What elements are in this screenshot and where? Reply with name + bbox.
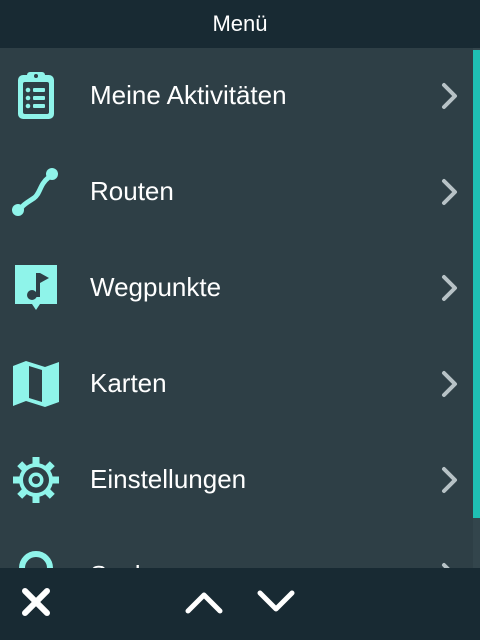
menu-item-label: Suchen <box>90 558 178 568</box>
close-icon <box>21 587 51 622</box>
route-icon <box>10 166 62 218</box>
chevron-up-icon <box>184 589 224 620</box>
header-bar: Menü <box>0 0 480 48</box>
map-icon <box>10 358 62 410</box>
menu-item-label: Einstellungen <box>90 464 247 494</box>
menu-item-label: Meine Aktivitäten <box>90 80 287 110</box>
scrollbar-thumb[interactable] <box>473 50 480 518</box>
footer-bar <box>0 568 480 640</box>
chevron-right-icon <box>438 560 462 568</box>
chevron-right-icon <box>438 80 462 112</box>
scrollbar[interactable] <box>473 48 480 568</box>
chevron-right-icon <box>438 272 462 304</box>
menu-item-activities[interactable]: Meine Aktivitäten <box>0 48 472 144</box>
chevron-right-icon <box>438 464 462 496</box>
search-icon <box>10 550 62 568</box>
chevron-down-icon <box>256 589 296 620</box>
menu-item-label: Routen <box>90 176 174 206</box>
menu-item-maps[interactable]: Karten <box>0 336 472 432</box>
chevron-right-icon <box>438 368 462 400</box>
menu-item-label: Karten <box>90 368 167 398</box>
close-button[interactable] <box>12 582 60 626</box>
scroll-down-button[interactable] <box>252 582 300 626</box>
clipboard-list-icon <box>10 70 62 122</box>
menu-list[interactable]: Meine Aktivitäten Routen Wegpunkte Karte… <box>0 48 480 568</box>
page-title: Menü <box>212 11 268 36</box>
menu-item-search[interactable]: Suchen <box>0 528 472 568</box>
chevron-right-icon <box>438 176 462 208</box>
menu-item-waypoints[interactable]: Wegpunkte <box>0 240 472 336</box>
menu-item-settings[interactable]: Einstellungen <box>0 432 472 528</box>
flag-marker-icon <box>10 262 62 314</box>
menu-item-routes[interactable]: Routen <box>0 144 472 240</box>
gear-icon <box>10 454 62 506</box>
scroll-up-button[interactable] <box>180 582 228 626</box>
menu-item-label: Wegpunkte <box>90 272 222 302</box>
